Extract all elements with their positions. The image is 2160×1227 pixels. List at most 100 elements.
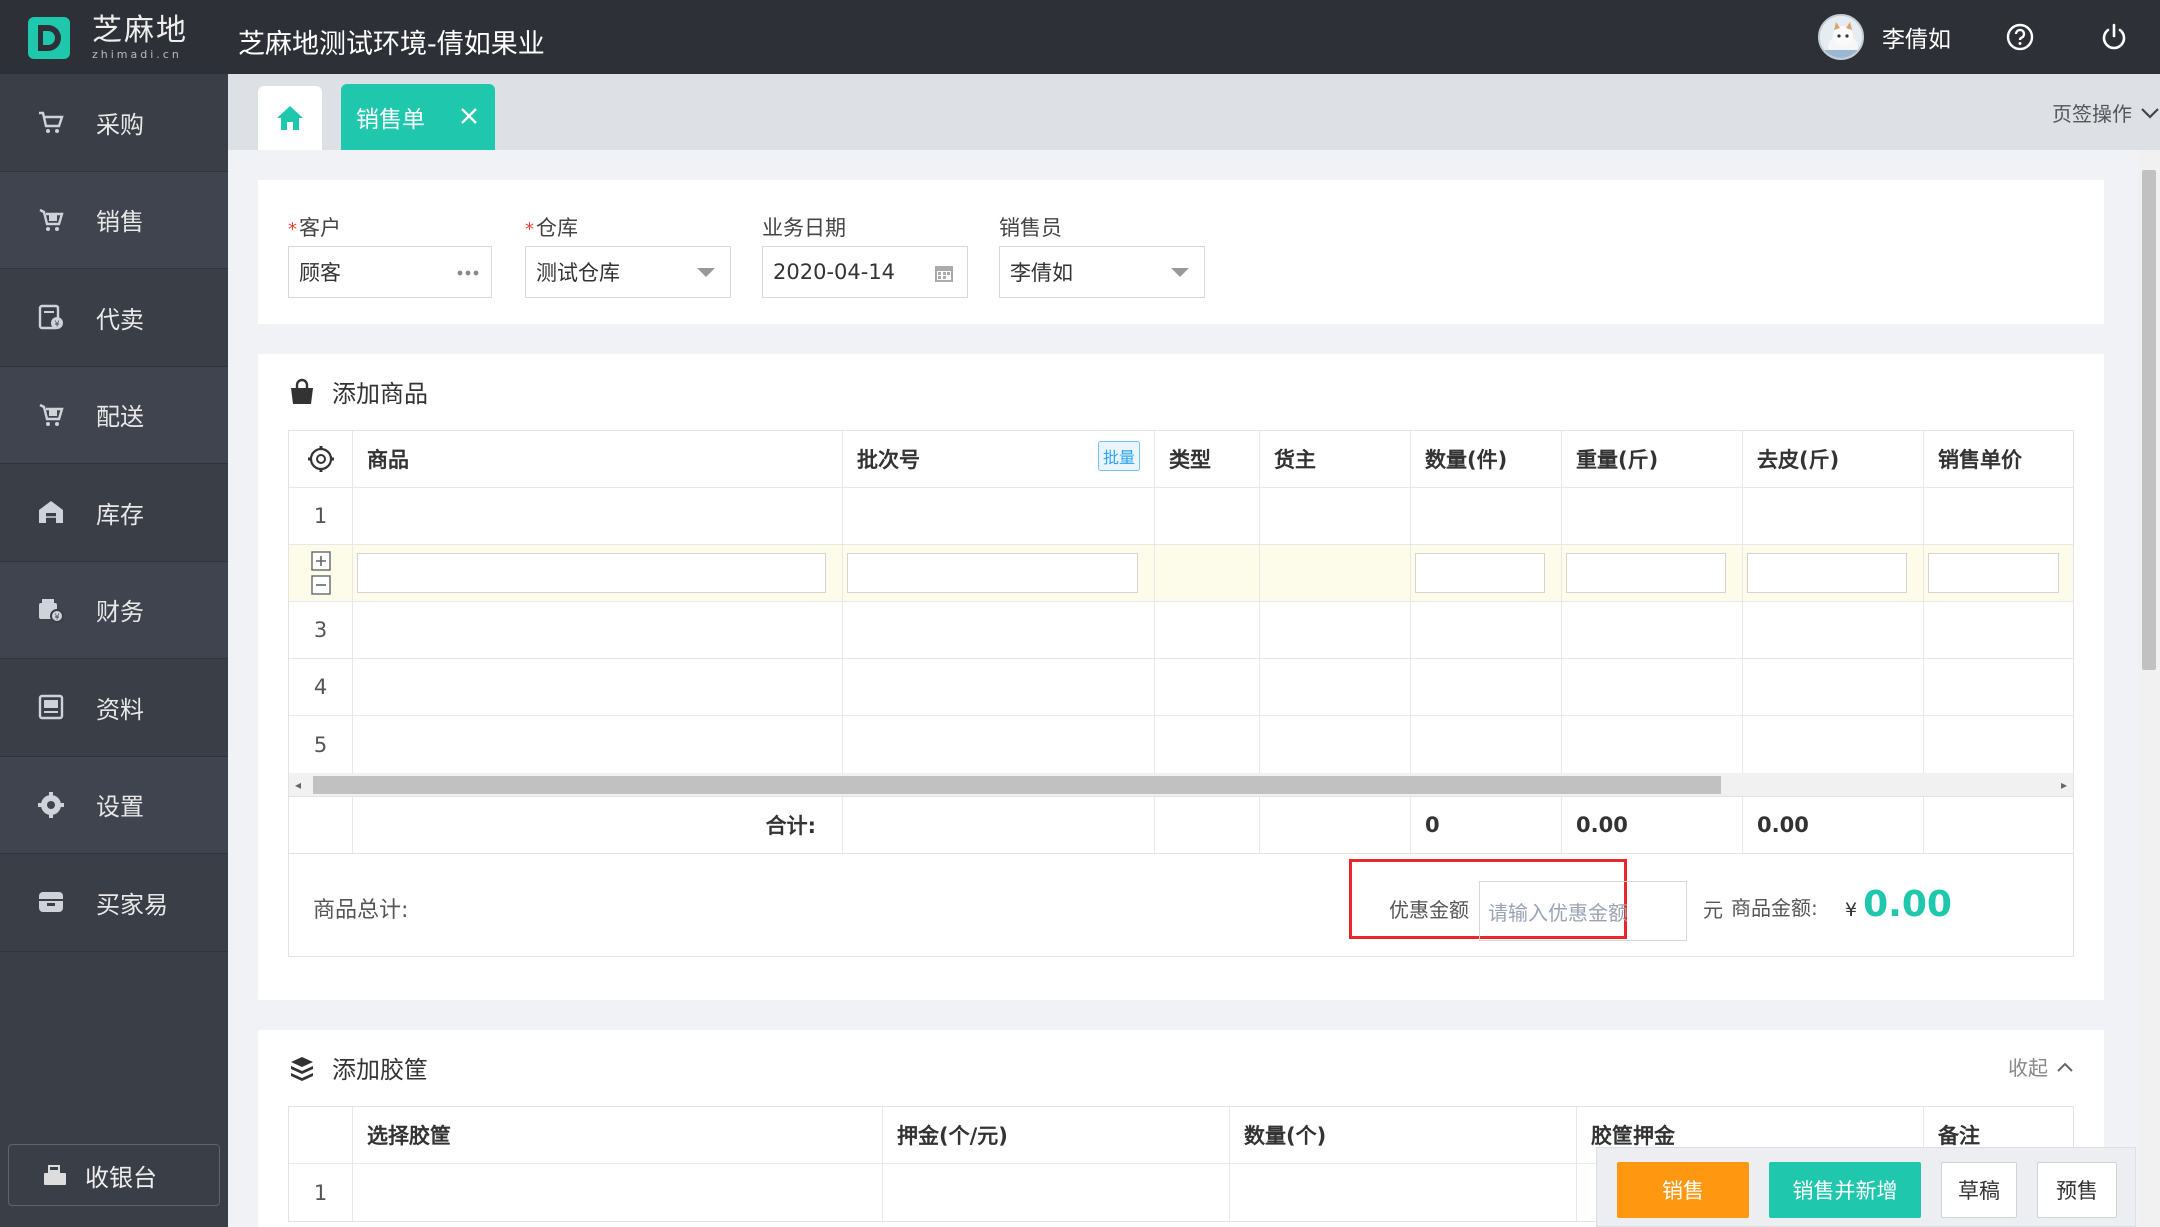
more-icon[interactable] xyxy=(457,269,479,277)
sidebar-item-profile[interactable]: 资料 xyxy=(0,659,228,757)
date-picker[interactable]: 2020-04-14 xyxy=(762,246,968,298)
remove-row-icon[interactable] xyxy=(310,575,331,595)
goods-footer: 商品总计: 优惠金额 请输入优惠金额 元 商品金额: ¥0.00 xyxy=(289,854,2073,956)
scrollbar-thumb[interactable] xyxy=(313,776,1721,794)
discount-input[interactable]: 请输入优惠金额 xyxy=(1479,881,1687,941)
avatar[interactable] xyxy=(1818,14,1864,60)
table-header: 商品 批次号 批量 类型 货主 数量(件) 重量(斤) 去皮(斤) 销售单价 xyxy=(289,431,2073,488)
user-name[interactable]: 李倩如 xyxy=(1882,20,1951,54)
sum-tare: 0.00 xyxy=(1743,797,1924,853)
add-row-icon[interactable] xyxy=(310,551,331,571)
action-bar: 销售 销售并新增 草稿 预售 xyxy=(1596,1147,2136,1227)
sidebar-item-label: 销售 xyxy=(96,208,144,237)
customer-value: 顾客 xyxy=(299,261,341,285)
customer-label: *客户 xyxy=(288,216,341,240)
sidebar: 采购 销售 ¥ 代卖 配送 库存 ¥ 财务 资料 设置 买家易 收银台 xyxy=(0,74,228,1227)
store-icon xyxy=(39,892,63,913)
sidebar-item-buyer[interactable]: 买家易 xyxy=(0,854,228,952)
table-row[interactable]: 1 xyxy=(289,488,2073,545)
draft-button[interactable]: 草稿 xyxy=(1941,1162,2017,1218)
column-header-batch: 批次号 批量 xyxy=(843,431,1155,487)
help-icon[interactable] xyxy=(2005,22,2035,52)
goods-input[interactable] xyxy=(357,553,826,593)
scroll-right-icon[interactable]: ▸ xyxy=(2061,778,2067,792)
batch-button[interactable]: 批量 xyxy=(1097,441,1140,471)
sidebar-item-purchase[interactable]: 采购 xyxy=(0,74,228,172)
sidebar-item-sales[interactable]: 销售 xyxy=(0,171,228,269)
row-number: 1 xyxy=(289,1164,353,1221)
column-header: 销售单价 xyxy=(1938,448,2022,472)
column-settings[interactable] xyxy=(289,431,353,487)
salesperson-value: 李倩如 xyxy=(1010,261,1073,285)
logo[interactable]: 芝麻地 zhimadi.cn xyxy=(28,16,188,60)
table-row[interactable]: 4 xyxy=(289,659,2073,716)
weight-input[interactable] xyxy=(1566,553,1726,593)
power-icon[interactable] xyxy=(2099,22,2129,52)
warehouse-value: 测试仓库 xyxy=(536,261,620,285)
salesperson-select[interactable]: 李倩如 xyxy=(999,246,1205,298)
sell-and-new-button[interactable]: 销售并新增 xyxy=(1769,1162,1921,1218)
vertical-scrollbar[interactable] xyxy=(2138,150,2160,1227)
goods-amount: ¥0.00 xyxy=(1845,884,1952,925)
tab-sales-order[interactable]: 销售单 xyxy=(341,84,495,150)
tab-label: 销售单 xyxy=(356,107,425,133)
presale-button[interactable]: 预售 xyxy=(2037,1162,2117,1218)
sales-cart-icon xyxy=(39,208,64,231)
sidebar-item-delivery[interactable]: 配送 xyxy=(0,366,228,464)
quantity-input[interactable] xyxy=(1415,553,1545,593)
sidebar-item-label: 库存 xyxy=(96,500,144,529)
customer-field[interactable]: 顾客 xyxy=(288,246,492,298)
sidebar-item-inventory[interactable]: 库存 xyxy=(0,464,228,562)
row-number: 1 xyxy=(289,488,353,544)
cashier-button[interactable]: 收银台 xyxy=(8,1144,220,1206)
gear-icon xyxy=(38,791,64,818)
column-header: 货主 xyxy=(1260,431,1411,487)
scroll-left-icon[interactable]: ◂ xyxy=(295,778,301,792)
goods-total-label: 商品总计: xyxy=(313,898,409,923)
row-controls xyxy=(289,545,353,601)
sidebar-item-finance[interactable]: ¥ 财务 xyxy=(0,561,228,659)
crates-section-title: 添加胶筐 xyxy=(288,1050,428,1085)
column-header: 数量(件) xyxy=(1411,431,1562,487)
column-header: 去皮(斤) xyxy=(1743,431,1924,487)
horizontal-scrollbar[interactable]: ◂ ▸ xyxy=(289,773,2073,797)
sidebar-item-label: 采购 xyxy=(96,110,144,139)
sell-button[interactable]: 销售 xyxy=(1617,1162,1749,1218)
column-header: 押金(个/元) xyxy=(883,1107,1230,1163)
sidebar-item-consign[interactable]: ¥ 代卖 xyxy=(0,269,228,367)
collapse-toggle[interactable]: 收起 xyxy=(2008,1052,2074,1081)
sidebar-item-label: 买家易 xyxy=(96,890,168,919)
tare-input[interactable] xyxy=(1747,553,1907,593)
sum-weight: 0.00 xyxy=(1562,797,1743,853)
finance-icon: ¥ xyxy=(39,598,64,623)
column-header: 类型 xyxy=(1155,431,1260,487)
sidebar-item-label: 设置 xyxy=(96,793,144,822)
logo-text: 芝麻地 xyxy=(92,13,188,48)
consign-icon: ¥ xyxy=(38,305,63,330)
row-number: 5 xyxy=(289,716,353,773)
user-menu[interactable]: 李倩如 xyxy=(1818,14,1951,60)
warehouse-select[interactable]: 测试仓库 xyxy=(525,246,731,298)
delivery-icon xyxy=(39,403,64,426)
tab-home[interactable] xyxy=(258,86,322,150)
date-value: 2020-04-14 xyxy=(773,260,896,284)
tab-bar: 销售单 页签操作 xyxy=(228,74,2160,150)
batch-input[interactable] xyxy=(847,553,1138,593)
unit-price-input[interactable] xyxy=(1928,553,2059,593)
table-row[interactable]: 3 xyxy=(289,602,2073,659)
warehouse-label: *仓库 xyxy=(525,216,578,240)
settings-icon xyxy=(307,446,334,472)
column-header: 重量(斤) xyxy=(1562,431,1743,487)
close-icon[interactable] xyxy=(457,104,481,128)
profile-icon xyxy=(38,695,64,720)
top-bar: 芝麻地 zhimadi.cn 芝麻地测试环境-倩如果业 李倩如 xyxy=(0,0,2160,74)
tab-operations[interactable]: 页签操作 xyxy=(2052,98,2160,127)
calendar-icon[interactable] xyxy=(933,262,955,284)
scrollbar-thumb[interactable] xyxy=(2142,170,2156,670)
table-row[interactable]: 5 xyxy=(289,716,2073,773)
cashier-label: 收银台 xyxy=(85,1163,157,1192)
logo-domain: zhimadi.cn xyxy=(92,48,182,61)
dropdown-arrow-icon xyxy=(697,268,715,277)
sidebar-item-settings[interactable]: 设置 xyxy=(0,756,228,854)
table-row-editing[interactable] xyxy=(289,545,2073,602)
